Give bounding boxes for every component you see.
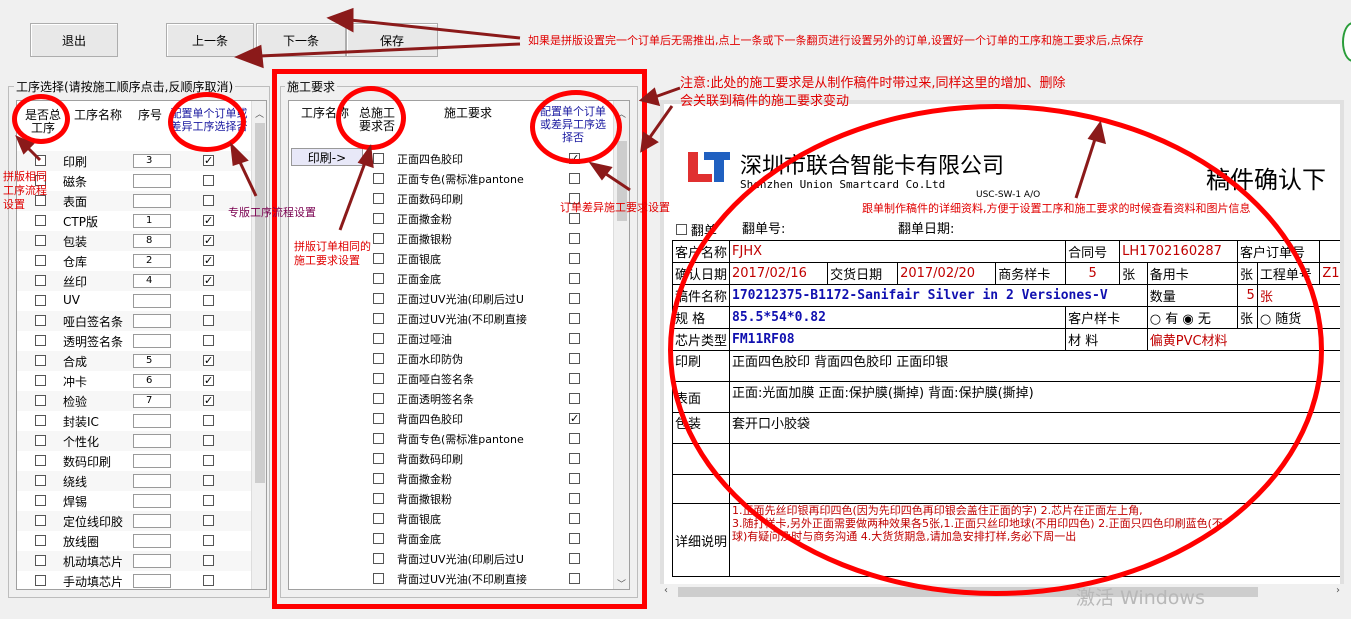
annotation-note-2: 会关联到稿件的施工要求变动 (680, 94, 850, 109)
annotation-note-1: 注意:此处的施工要求是从制作稿件时带过来,同样这里的增加、删除 (680, 76, 1066, 91)
annotation-special: 专版工序流程设置 (228, 206, 316, 219)
annotation-diff: 订单差异施工要求设置 (560, 201, 670, 214)
annotation-top: 如果是拼版设置完一个订单后无需推出,点上一条或下一条翻页进行设置另外的订单,设置… (528, 34, 1144, 47)
annotation-arrows (15, 7, 1107, 231)
annotation-mid: 拼版订单相同的施工要求设置 (294, 240, 371, 267)
annotation-doc: 跟单制作稿件的详细资料,方便于设置工序和施工要求的时候查看资料和图片信息 (862, 202, 1251, 215)
annotation-left: 拼版相同工序流程设置 (3, 170, 47, 211)
